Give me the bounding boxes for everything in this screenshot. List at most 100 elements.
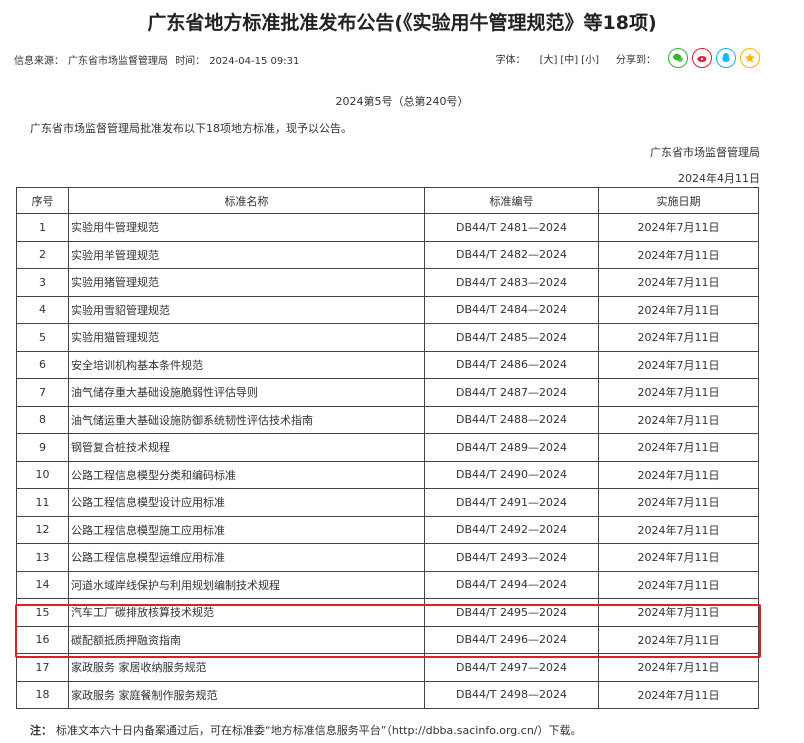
table-row: 11 公路工程信息模型设计应用标准 DB44/T 2491—2024 2024年7月1… — [16, 488, 759, 517]
footnote: 注： 标准文本六十日内备案通过后，可在标准委“地方标准信息服务平台”（http:/… — [30, 722, 582, 738]
font-size-large[interactable]: [大] — [540, 51, 558, 66]
standard-name: 公路工程信息模型运维应用标准 — [68, 543, 425, 572]
time-label: 时间： — [175, 56, 206, 67]
standard-name: 安全培训机构基本条件规范 — [68, 350, 425, 379]
row-index: 15 — [16, 598, 69, 627]
font-size-medium[interactable]: [中] — [560, 51, 578, 66]
header-index: 序号 — [16, 187, 69, 214]
row-index: 8 — [16, 405, 69, 434]
effective-date: 2024年7月11日 — [598, 295, 759, 324]
row-index: 14 — [16, 570, 69, 599]
row-index: 2 — [16, 240, 69, 269]
row-index: 9 — [16, 433, 69, 462]
effective-date: 2024年7月11日 — [598, 543, 759, 572]
standard-code: DB44/T 2490—2024 — [424, 460, 599, 489]
standard-code: DB44/T 2481—2024 — [424, 213, 599, 242]
page-title: 广东省地方标准批准发布公告(《实验用牛管理规范》等18项) — [147, 12, 657, 34]
table-row: 12 公路工程信息模型施工应用标准 DB44/T 2492—2024 2024年7月1… — [16, 515, 759, 544]
row-index: 17 — [16, 653, 69, 682]
standard-code: DB44/T 2482—2024 — [424, 240, 599, 269]
table-row: 1 实验用牛管理规范 DB44/T 2481—2024 2024年7月11日 — [16, 213, 759, 242]
table-row: 6 安全培训机构基本条件规范 DB44/T 2486—2024 2024年7月11日 — [16, 350, 759, 379]
article-meta: 信息来源： 广东省市场监督管理局 时间： 2024-04-15 09:31 — [14, 52, 303, 67]
table-row: 3 实验用猪管理规范 DB44/T 2483—2024 2024年7月11日 — [16, 268, 759, 297]
row-index: 3 — [16, 268, 69, 297]
qq-icon[interactable] — [716, 48, 736, 68]
effective-date: 2024年7月11日 — [598, 433, 759, 462]
effective-date: 2024年7月11日 — [598, 268, 759, 297]
font-size-label: 字体： — [495, 54, 526, 66]
row-index: 6 — [16, 350, 69, 379]
table-row: 9 钢管复合桩技术规程 DB44/T 2489—2024 2024年7月11日 — [16, 433, 759, 462]
standard-name: 实验用牛管理规范 — [68, 213, 425, 242]
header-code: 标准编号 — [424, 187, 599, 214]
effective-date: 2024年7月11日 — [598, 515, 759, 544]
standard-name: 家政服务 家居收纳服务规范 — [68, 653, 425, 682]
standard-name: 实验用猪管理规范 — [68, 268, 425, 297]
table-row: 16 碳配额抵质押融资指南 DB44/T 2496—2024 2024年7月11日 — [16, 625, 759, 654]
standard-name: 公路工程信息模型施工应用标准 — [68, 515, 425, 544]
standard-code: DB44/T 2495—2024 — [424, 598, 599, 627]
row-index: 1 — [16, 213, 69, 242]
issuer-org: 广东省市场监督管理局 — [650, 146, 760, 159]
effective-date: 2024年7月11日 — [598, 378, 759, 407]
standard-code: DB44/T 2485—2024 — [424, 323, 599, 352]
row-index: 11 — [16, 488, 69, 517]
standard-name: 油气储存重大基础设施脆弱性评估导则 — [68, 378, 425, 407]
row-index: 12 — [16, 515, 69, 544]
table-row: 2 实验用羊管理规范 DB44/T 2482—2024 2024年7月11日 — [16, 240, 759, 269]
standard-name: 家政服务 家庭餐制作服务规范 — [68, 680, 425, 709]
standard-name: 汽车工厂碳排放核算技术规范 — [68, 598, 425, 627]
header-name: 标准名称 — [68, 187, 425, 214]
table-row: 18 家政服务 家庭餐制作服务规范 DB44/T 2498—2024 2024年7月1… — [16, 680, 759, 709]
issue-date: 2024年4月11日 — [678, 172, 760, 185]
standard-code: DB44/T 2492—2024 — [424, 515, 599, 544]
source-label: 信息来源： — [14, 56, 64, 67]
standard-code: DB44/T 2491—2024 — [424, 488, 599, 517]
standard-name: 油气储运重大基础设施防御系统韧性评估技术指南 — [68, 405, 425, 434]
effective-date: 2024年7月11日 — [598, 350, 759, 379]
row-index: 5 — [16, 323, 69, 352]
standard-code: DB44/T 2484—2024 — [424, 295, 599, 324]
effective-date: 2024年7月11日 — [598, 625, 759, 654]
standard-name: 实验用猫管理规范 — [68, 323, 425, 352]
table-row: 15 汽车工厂碳排放核算技术规范 DB44/T 2495—2024 2024年7月11… — [16, 598, 759, 627]
standard-name: 实验用羊管理规范 — [68, 240, 425, 269]
article-tools: 字体： [大] [中] [小] 分享到： — [496, 48, 760, 68]
row-index: 16 — [16, 625, 69, 654]
row-index: 13 — [16, 543, 69, 572]
wechat-icon[interactable] — [668, 48, 688, 68]
row-index: 18 — [16, 680, 69, 709]
table-header-row: 序号 标准名称 标准编号 实施日期 — [16, 187, 759, 214]
standard-name: 公路工程信息模型分类和编码标准 — [68, 460, 425, 489]
table-row: 13 公路工程信息模型运维应用标准 DB44/T 2493—2024 2024年7月1… — [16, 543, 759, 572]
share-label: 分享到： — [616, 54, 656, 66]
standard-code: DB44/T 2483—2024 — [424, 268, 599, 297]
standard-code: DB44/T 2494—2024 — [424, 570, 599, 599]
effective-date: 2024年7月11日 — [598, 680, 759, 709]
table-row: 10 公路工程信息模型分类和编码标准 DB44/T 2490—2024 2024年7月… — [16, 460, 759, 489]
standard-code: DB44/T 2487—2024 — [424, 378, 599, 407]
standard-code: DB44/T 2486—2024 — [424, 350, 599, 379]
standard-code: DB44/T 2496—2024 — [424, 625, 599, 654]
effective-date: 2024年7月11日 — [598, 405, 759, 434]
qzone-icon[interactable] — [740, 48, 760, 68]
effective-date: 2024年7月11日 — [598, 240, 759, 269]
standard-code: DB44/T 2493—2024 — [424, 543, 599, 572]
time-value: 2024-04-15 09:31 — [209, 56, 300, 67]
weibo-icon[interactable] — [692, 48, 712, 68]
standards-table: 序号 标准名称 标准编号 实施日期 1 实验用牛管理规范 DB44/T 2481—2… — [16, 187, 759, 709]
standard-name: 河道水域岸线保护与利用规划编制技术规程 — [68, 570, 425, 599]
effective-date: 2024年7月11日 — [598, 460, 759, 489]
standard-code: DB44/T 2488—2024 — [424, 405, 599, 434]
header-date: 实施日期 — [598, 187, 759, 214]
row-index: 7 — [16, 378, 69, 407]
standard-name: 钢管复合桩技术规程 — [68, 433, 425, 462]
footnote-text: 标准文本六十日内备案通过后，可在标准委“地方标准信息服务平台”（http://d… — [56, 724, 582, 737]
effective-date: 2024年7月11日 — [598, 323, 759, 352]
font-size-small[interactable]: [小] — [581, 51, 599, 66]
effective-date: 2024年7月11日 — [598, 488, 759, 517]
table-row: 4 实验用雪貂管理规范 DB44/T 2484—2024 2024年7月11日 — [16, 295, 759, 324]
effective-date: 2024年7月11日 — [598, 653, 759, 682]
source-value: 广东省市场监督管理局 — [68, 56, 168, 67]
